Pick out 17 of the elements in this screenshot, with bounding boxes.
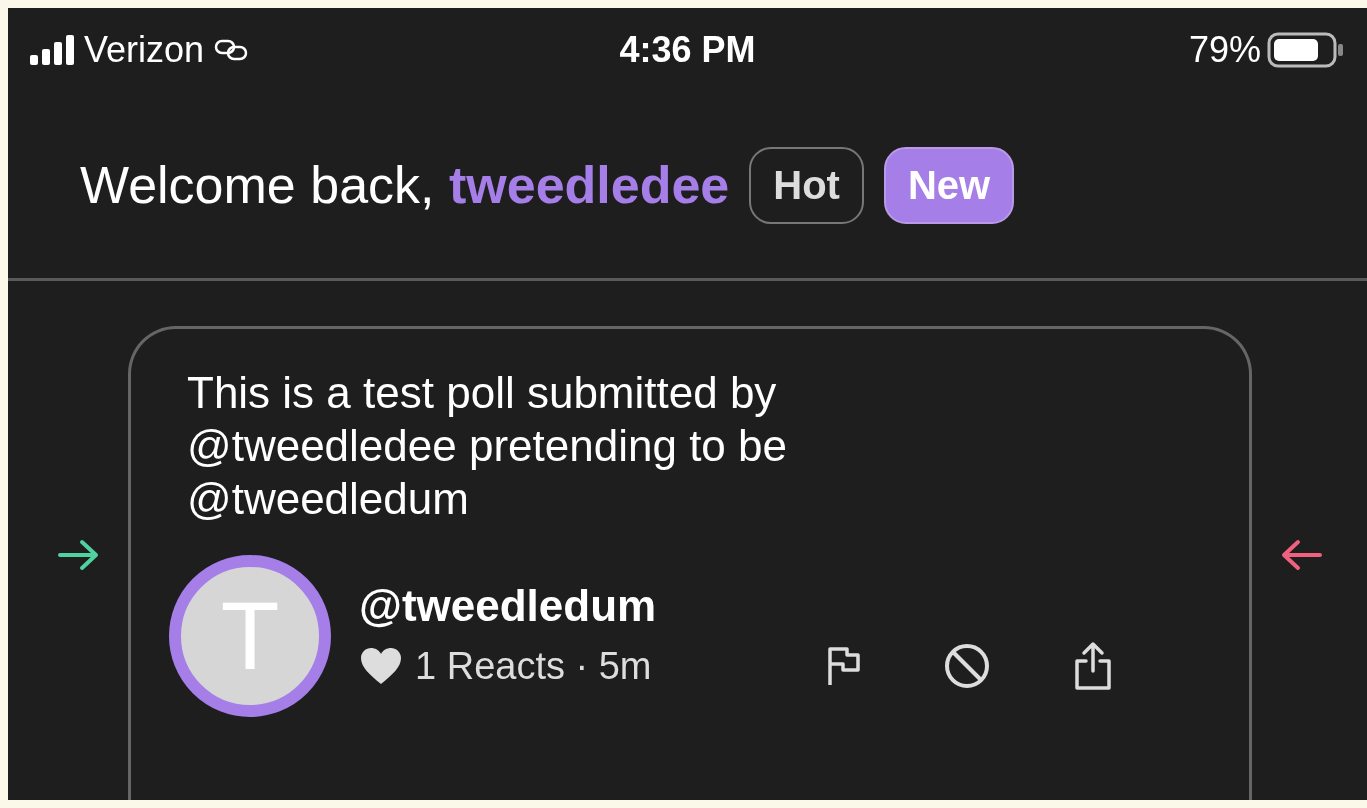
share-icon[interactable] [1073,641,1113,692]
sort-tab[interactable]: Hot [749,146,864,224]
carrier: Verizon [84,29,205,71]
flag-icon[interactable] [827,646,861,687]
battery-icon [1267,32,1345,68]
battery-percent: 79% [1188,29,1261,71]
left-arrow-icon[interactable] [1280,537,1324,572]
author-handle: @tweedledum [359,581,658,632]
block-icon[interactable] [943,642,991,691]
clock: 4:36 PM [619,29,756,71]
heart-icon[interactable] [359,647,403,686]
link-icon [214,39,249,61]
welcome-heading: Welcome back, tweedledee [80,155,730,215]
post-text: This is a test poll submitted by @tweedledee pretending to be @tweedledum [187,367,788,525]
signal-icon [30,35,74,65]
right-arrow-icon[interactable] [56,537,100,572]
reacts-count: 1 Reacts · 5m [415,644,653,688]
